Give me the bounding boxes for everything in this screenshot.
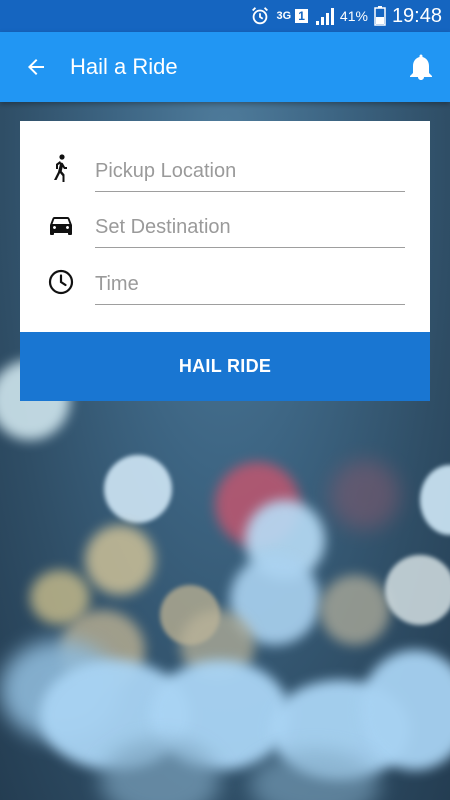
sim-number: 1 [298,9,305,23]
hail-ride-button[interactable]: HAIL RIDE [20,332,430,401]
sim-indicator: 1 [295,9,308,23]
destination-row [20,199,430,255]
time-input[interactable] [95,268,405,305]
time-row [20,256,430,312]
clock-time: 19:48 [391,4,442,27]
alarm-icon [249,5,271,27]
ride-form-card [20,121,430,332]
page-title: Hail a Ride [70,54,178,79]
signal-icon [314,7,334,25]
pickup-row [20,143,430,199]
walking-person-icon [46,153,76,183]
bell-icon[interactable] [406,51,436,83]
pickup-location-input[interactable] [95,155,405,192]
network-type: 3G [276,10,292,22]
clock-icon [46,267,76,297]
app-bar: Hail a Ride [0,32,450,102]
status-bar: 3G 1 41% 19:48 [0,0,450,32]
arrow-left-icon[interactable] [20,51,52,83]
destination-input[interactable] [95,211,405,248]
battery-icon [374,6,386,26]
car-icon [46,211,76,241]
battery-percent: 41% [339,8,368,24]
